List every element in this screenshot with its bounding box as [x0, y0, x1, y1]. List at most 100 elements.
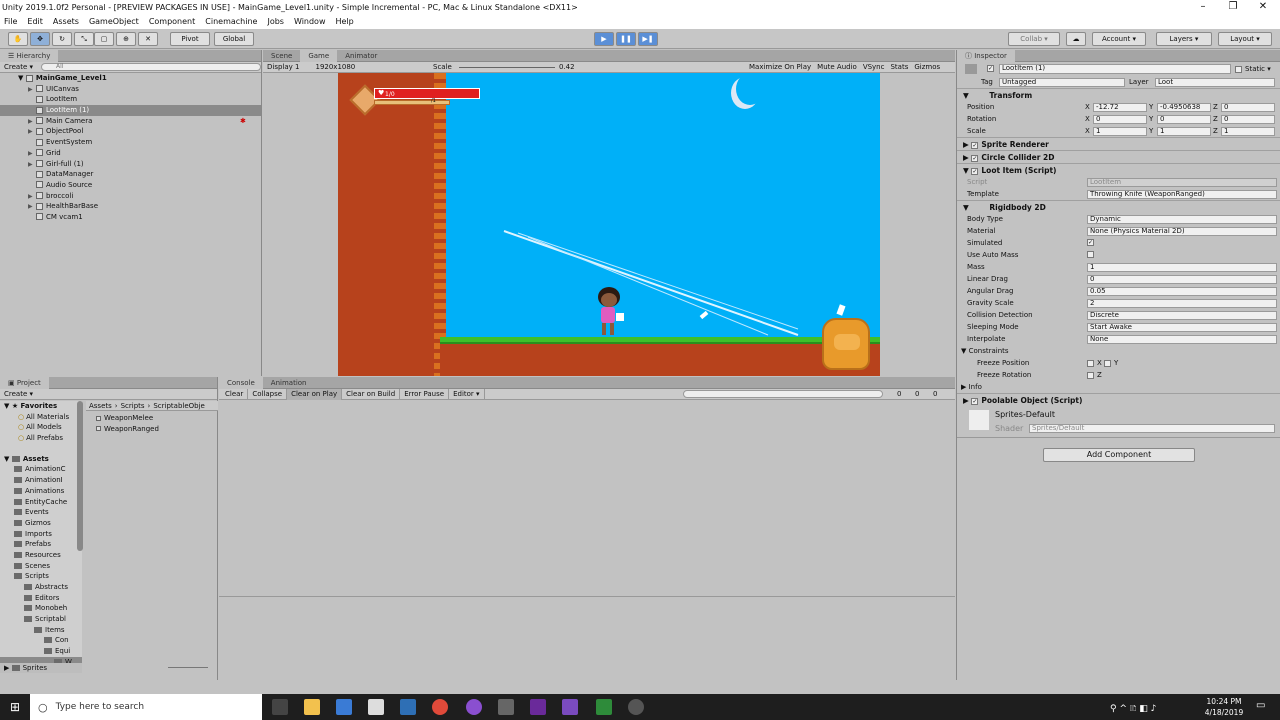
transform-tool-icon[interactable]: ⊕ — [116, 32, 136, 46]
rigidbody-dropdown[interactable]: None — [1087, 334, 1277, 344]
tree-item[interactable]: Monobeh — [0, 603, 82, 614]
sprite-renderer-header[interactable]: ▶ ✓ Sprite Renderer — [957, 137, 1280, 150]
rotate-tool-icon[interactable]: ↻ — [52, 32, 72, 46]
menu-component[interactable]: Component — [149, 17, 195, 26]
tree-item[interactable]: Scripts — [0, 571, 82, 582]
tree-item[interactable]: EntityCache — [0, 497, 82, 508]
template-field[interactable]: Throwing Knife (WeaponRanged) — [1087, 189, 1277, 199]
rigidbody-field[interactable]: 0 — [1087, 274, 1277, 284]
menu-file[interactable]: File — [4, 17, 17, 26]
static-checkbox[interactable]: Static ▾ — [1235, 63, 1271, 75]
close-icon[interactable]: ✕ — [1246, 0, 1280, 14]
transform-y-field[interactable]: -0.4950638 — [1157, 102, 1211, 112]
game-canvas[interactable]: 1/0 ♥ /1 — [338, 73, 880, 376]
hierarchy-item[interactable]: ▶ HealthBarBase — [0, 201, 261, 212]
rigidbody-dropdown[interactable]: Start Awake — [1087, 322, 1277, 332]
transform-y-field[interactable]: 0 — [1157, 114, 1211, 124]
console-button-collapse[interactable]: Collapse — [248, 388, 288, 400]
transform-z-field[interactable]: 1 — [1221, 126, 1275, 136]
hierarchy-item[interactable]: LootItem — [0, 94, 261, 105]
project-create-button[interactable]: Create ▾ — [4, 389, 33, 400]
hierarchy-item[interactable]: ▶ Grid — [0, 148, 261, 159]
resolution-dropdown[interactable]: 1920x1080 — [315, 62, 355, 73]
hierarchy-create-button[interactable]: Create ▾ — [4, 62, 33, 73]
play-button[interactable]: ▶ — [594, 32, 614, 46]
tree-item[interactable]: Animations — [0, 486, 82, 497]
custom-tool-icon[interactable]: ✕ — [138, 32, 158, 46]
game-option-mute-audio[interactable]: Mute Audio — [817, 62, 857, 73]
menu-jobs[interactable]: Jobs — [267, 17, 284, 26]
transform-x-field[interactable]: 1 — [1093, 126, 1147, 136]
hierarchy-item[interactable]: ▶ ObjectPool — [0, 126, 261, 137]
info-foldout[interactable]: ▶ Info — [961, 381, 982, 393]
task-view-icon[interactable] — [272, 699, 288, 715]
constraints-foldout[interactable]: ▼ Constraints — [961, 345, 1009, 357]
hierarchy-item[interactable]: ▶ broccoli — [0, 191, 261, 202]
rigidbody-field[interactable]: 0.05 — [1087, 286, 1277, 296]
inspector-tab[interactable]: ⓘ Inspector — [957, 50, 1015, 62]
tree-item-sprites[interactable]: ▶ Sprites — [0, 663, 82, 673]
hierarchy-item[interactable]: Audio Source — [0, 180, 261, 191]
display-dropdown[interactable]: Display 1 — [267, 62, 299, 73]
tree-item[interactable]: Items — [0, 625, 82, 636]
maximize-icon[interactable]: ❐ — [1216, 0, 1250, 14]
tree-item[interactable]: AnimationI — [0, 475, 82, 486]
circle-collider-header[interactable]: ▶ ✓ Circle Collider 2D — [957, 150, 1280, 163]
visual-studio-icon[interactable] — [562, 699, 578, 715]
move-tool-icon[interactable]: ✥ — [30, 32, 50, 46]
menu-assets[interactable]: Assets — [53, 17, 79, 26]
favorites-header[interactable]: ▼ ★ Favorites — [0, 401, 82, 412]
pause-button[interactable]: ❚❚ — [616, 32, 636, 46]
add-component-button[interactable]: Add Component — [1043, 448, 1195, 462]
console-search-input[interactable] — [683, 390, 883, 398]
tree-item[interactable]: Scenes — [0, 561, 82, 572]
minimize-icon[interactable]: – — [1186, 0, 1220, 14]
layers-dropdown[interactable]: Layers ▾ — [1156, 32, 1212, 46]
tree-item[interactable]: Equi — [0, 646, 82, 657]
rigidbody-field[interactable]: None (Physics Material 2D) — [1087, 226, 1277, 236]
console-log[interactable] — [219, 401, 955, 597]
rigidbody-field[interactable]: 2 — [1087, 298, 1277, 308]
transform-z-field[interactable]: 0 — [1221, 102, 1275, 112]
layer-dropdown[interactable]: Loot — [1155, 77, 1275, 87]
scene-root[interactable]: ▼ MainGame_Level1 — [0, 73, 261, 84]
chrome-icon[interactable] — [432, 699, 448, 715]
transform-header[interactable]: ▼ Transform — [957, 88, 1280, 101]
tab-console[interactable]: Console — [219, 377, 263, 389]
breadcrumb-item[interactable]: Assets — [89, 402, 112, 410]
freeze-rotation-toggle[interactable]: Z — [1087, 369, 1102, 381]
menu-gameobject[interactable]: GameObject — [89, 17, 139, 26]
console-button-error-pause[interactable]: Error Pause — [400, 388, 450, 400]
rigidbody-checkbox[interactable] — [1087, 251, 1094, 258]
tab-animation[interactable]: Animation — [263, 377, 315, 389]
transform-z-field[interactable]: 0 — [1221, 114, 1275, 124]
vscode-icon[interactable] — [400, 699, 416, 715]
taskbar-search[interactable]: ○ Type here to search — [30, 694, 262, 720]
menu-help[interactable]: Help — [336, 17, 354, 26]
tree-item[interactable]: Editors — [0, 593, 82, 604]
pivot-button[interactable]: Pivot — [170, 32, 210, 46]
clock-time[interactable]: 10:24 PM — [1200, 696, 1248, 707]
favorite-item[interactable]: ○ All Models — [0, 422, 82, 433]
rigidbody-checkbox[interactable]: ✓ — [1087, 239, 1094, 246]
menu-edit[interactable]: Edit — [27, 17, 43, 26]
breadcrumb-item[interactable]: Scripts — [121, 402, 145, 410]
freeze-position-toggles[interactable]: X Y — [1087, 357, 1118, 369]
assets-header[interactable]: ▼ Assets — [0, 454, 82, 465]
favorite-item[interactable]: ○ All Prefabs — [0, 433, 82, 444]
tab-scene[interactable]: Scene — [263, 50, 300, 62]
rigidbody-field[interactable]: 1 — [1087, 262, 1277, 272]
file-explorer-icon[interactable] — [304, 699, 320, 715]
console-button-clear-on-play[interactable]: Clear on Play — [287, 388, 343, 400]
console-count-2[interactable]: 0 — [933, 389, 937, 400]
account-dropdown[interactable]: Account ▾ — [1092, 32, 1146, 46]
shader-dropdown[interactable]: Sprites/Default — [1029, 424, 1275, 433]
windows-start-icon[interactable]: ⊞ — [10, 700, 20, 714]
console-button-clear-on-build[interactable]: Clear on Build — [342, 388, 401, 400]
hierarchy-item[interactable]: ▶ Girl-full (1) — [0, 159, 261, 170]
menu-cinemachine[interactable]: Cinemachine — [205, 17, 257, 26]
object-active-checkbox[interactable]: ✓ — [987, 65, 994, 72]
object-name-field[interactable]: LootItem (1) — [999, 64, 1231, 74]
menu-window[interactable]: Window — [294, 17, 326, 26]
unity-hub-icon[interactable] — [628, 699, 644, 715]
